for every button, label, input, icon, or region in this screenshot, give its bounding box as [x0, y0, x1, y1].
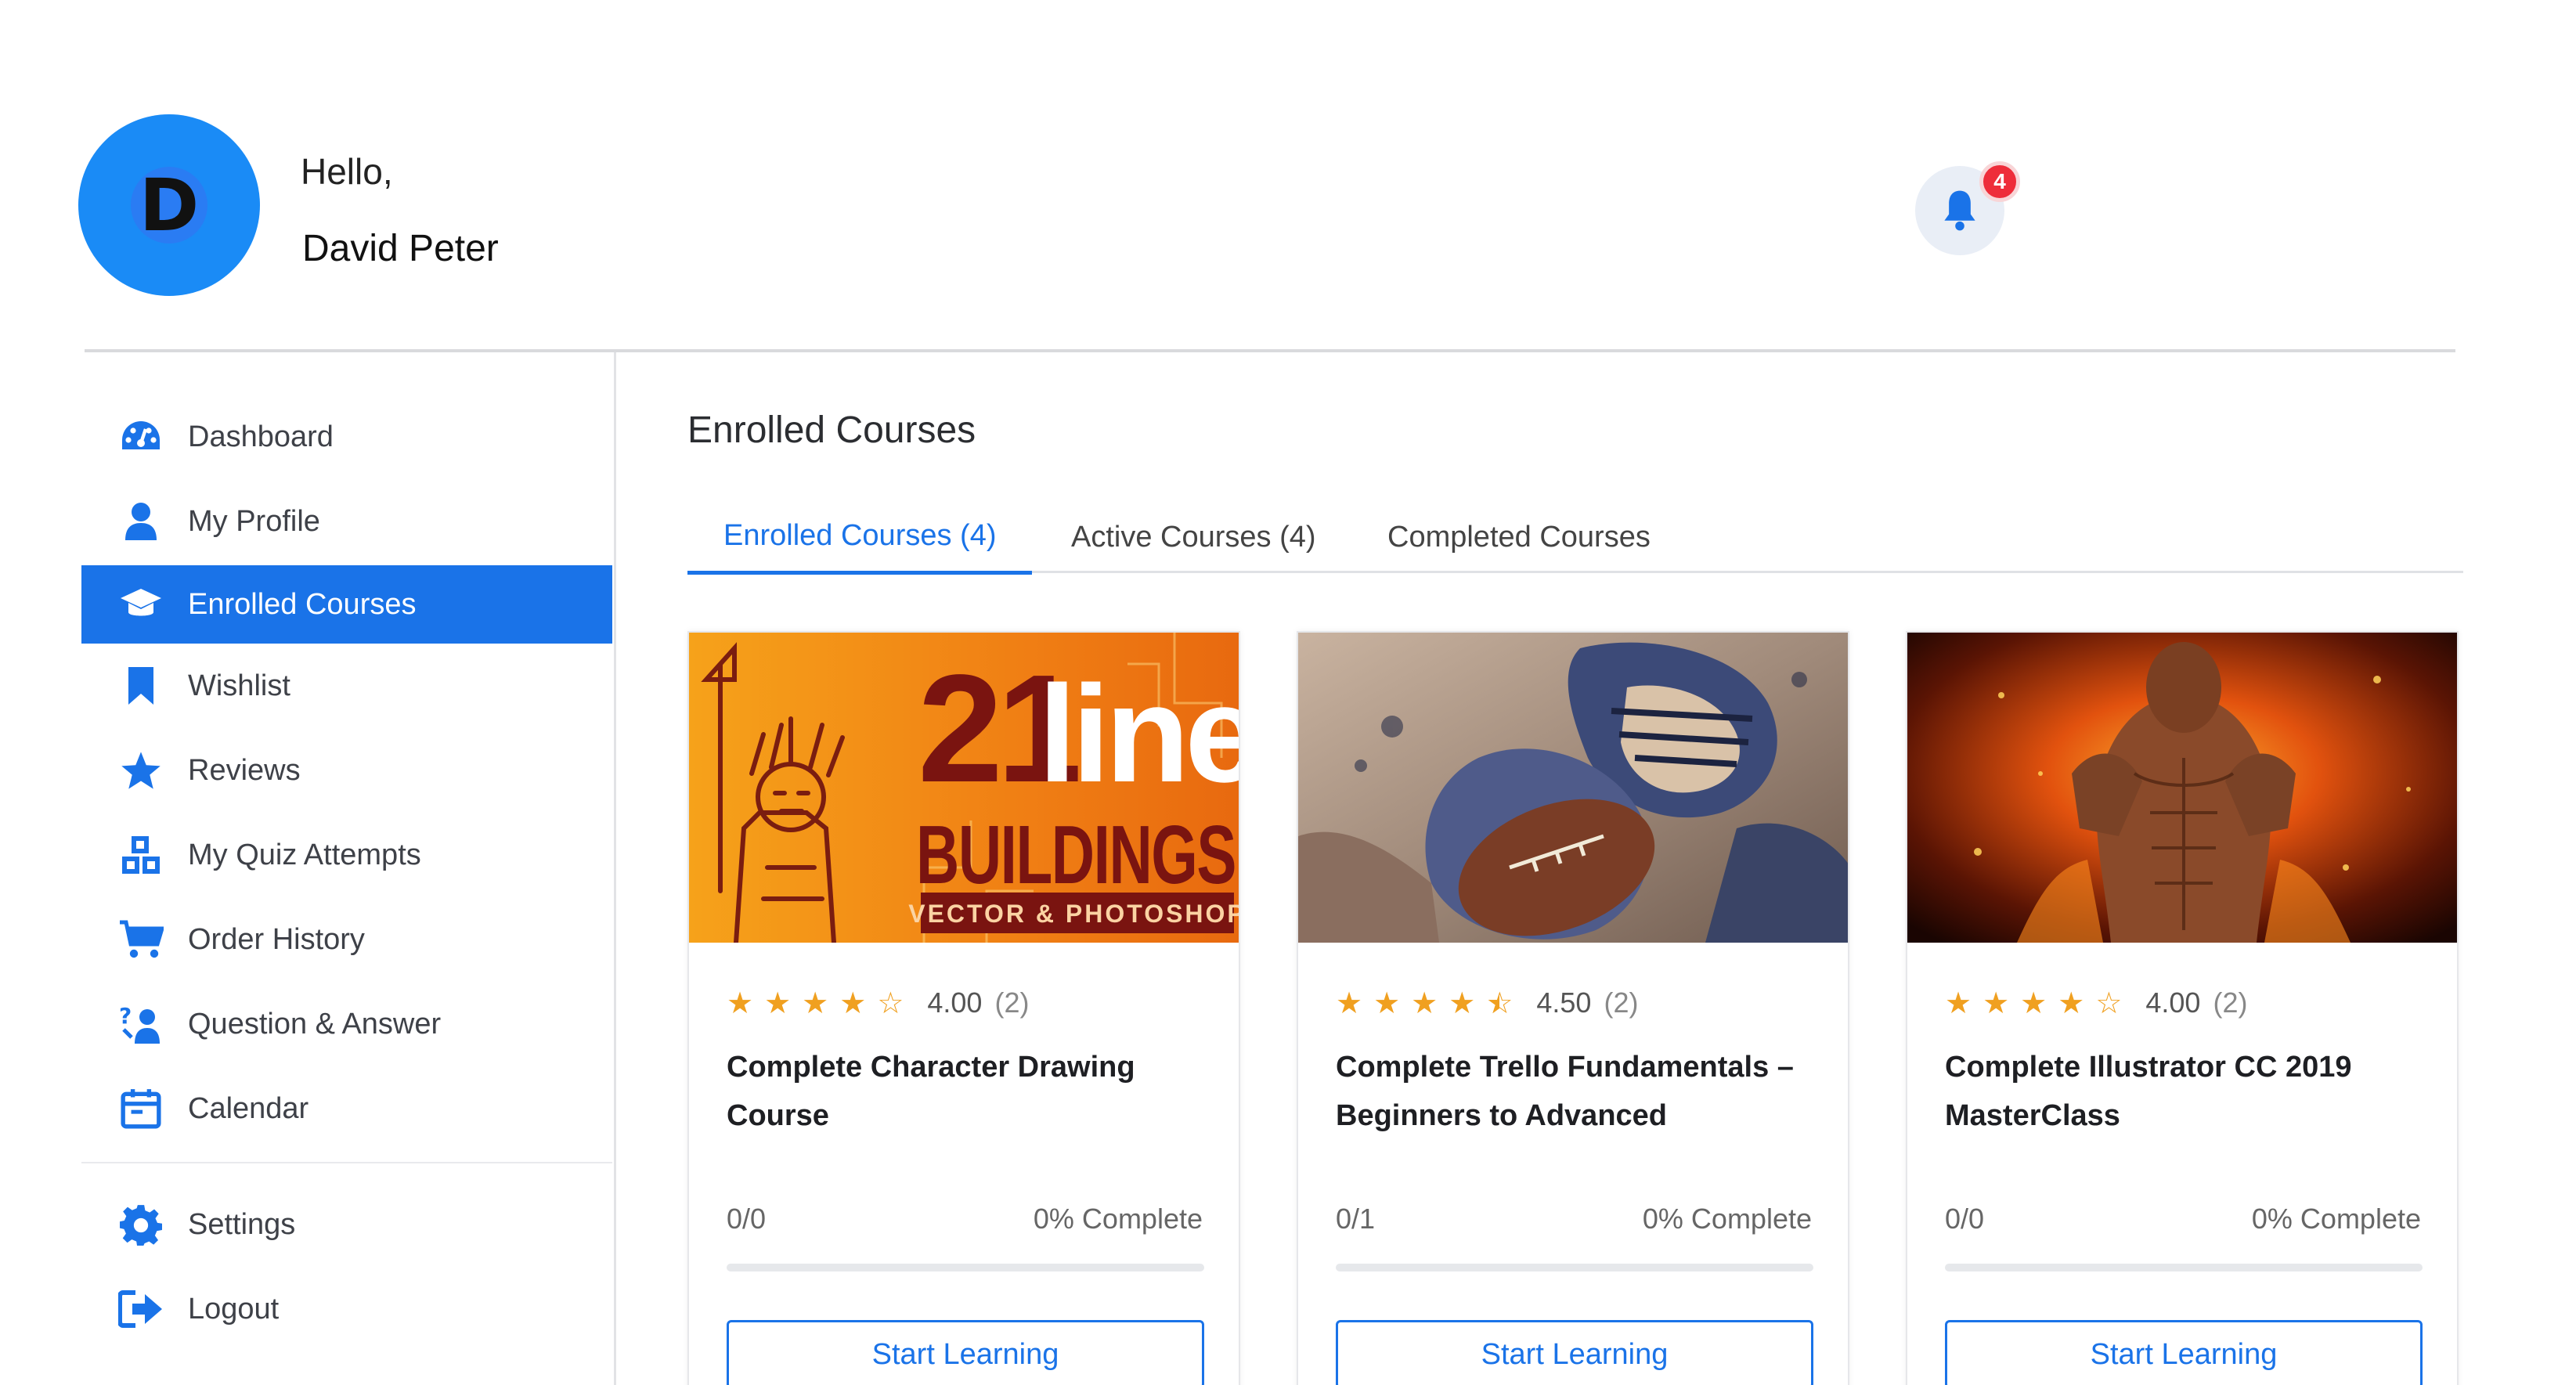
progress-bar: [727, 1264, 1204, 1271]
star-full-icon: ★: [802, 986, 829, 1020]
progress-label: 0% Complete: [2251, 1203, 2421, 1235]
bookmark-icon: [117, 662, 164, 709]
notification-badge: 4: [1979, 161, 2020, 202]
progress-label: 0% Complete: [1642, 1203, 1812, 1235]
sidebar-item-label: Dashboard: [188, 420, 334, 453]
thumb-subtitle: VECTOR & PHOTOSHOP: [908, 900, 1239, 928]
tab-completed-courses[interactable]: Completed Courses: [1387, 501, 1651, 573]
calendar-icon: [117, 1085, 164, 1132]
course-rating: ★ ★ ★ ★ ☆★ 4.50 (2): [1336, 986, 1638, 1019]
star-full-icon: ★: [764, 986, 792, 1020]
star-full-icon: ★: [2058, 986, 2085, 1020]
avatar[interactable]: D: [78, 114, 260, 296]
start-learning-button[interactable]: Start Learning: [727, 1320, 1204, 1385]
sidebar-item-reviews[interactable]: Reviews: [81, 731, 612, 810]
course-thumbnail-image: [1907, 633, 2457, 943]
start-learning-button[interactable]: Start Learning: [1336, 1320, 1813, 1385]
progress-count: 0/0: [1945, 1203, 1985, 1235]
user-icon: [117, 498, 164, 545]
question-answer-icon: ?: [117, 1001, 164, 1048]
logout-icon: [117, 1286, 164, 1333]
course-card: ★ ★ ★ ★ ☆★ 4.50 (2) Complete Trello Fund…: [1297, 631, 1849, 1385]
quiz-blocks-icon: [117, 831, 164, 878]
tab-active-courses[interactable]: Active Courses (4): [1071, 501, 1316, 573]
star-full-icon: ★: [1373, 986, 1401, 1020]
sidebar-item-question-answer[interactable]: ? Question & Answer: [81, 985, 612, 1063]
sidebar-item-label: Question & Answer: [188, 1007, 442, 1041]
sidebar-item-order-history[interactable]: Order History: [81, 900, 612, 979]
course-thumbnail-image: [1298, 633, 1848, 943]
sidebar-item-label: My Profile: [188, 504, 320, 538]
sidebar-item-settings[interactable]: Settings: [81, 1185, 612, 1264]
sidebar-item-logout[interactable]: Logout: [81, 1270, 612, 1348]
course-thumbnail[interactable]: [1907, 633, 2457, 943]
star-empty-icon: ☆: [2095, 986, 2123, 1020]
sidebar-separator: [81, 1162, 612, 1163]
svg-text:?: ?: [119, 1003, 132, 1029]
thumb-word-line: line: [1038, 658, 1239, 811]
progress-label: 0% Complete: [1033, 1203, 1203, 1235]
star-full-icon: ★: [2020, 986, 2047, 1020]
sidebar-item-label: Order History: [188, 922, 365, 956]
course-thumbnail-image: 21 line BUILDINGS VECTOR & PHOTOSHOP: [689, 633, 1239, 943]
gear-icon: [117, 1201, 164, 1248]
course-rating: ★ ★ ★ ★ ☆ 4.00 (2): [1945, 986, 2247, 1019]
progress-count: 0/0: [727, 1203, 767, 1235]
sidebar-item-label: Reviews: [188, 753, 301, 787]
star-full-icon: ★: [727, 986, 754, 1020]
course-tabs: Enrolled Courses (4) Active Courses (4) …: [687, 501, 2463, 575]
rating-value: 4.00: [2145, 986, 2201, 1019]
start-learning-button[interactable]: Start Learning: [1945, 1320, 2423, 1385]
sidebar-divider: [614, 352, 616, 1385]
rating-count: (2): [2213, 986, 2248, 1019]
rating-value: 4.00: [927, 986, 983, 1019]
progress-bar: [1336, 1264, 1813, 1271]
star-full-icon: ★: [1411, 986, 1438, 1020]
star-icon: [117, 747, 164, 794]
star-full-icon: ★: [839, 986, 867, 1020]
sidebar-item-my-profile[interactable]: My Profile: [81, 482, 612, 561]
sidebar-item-label: Enrolled Courses: [188, 587, 417, 621]
sidebar-item-label: Calendar: [188, 1091, 309, 1125]
sidebar-item-calendar[interactable]: Calendar: [81, 1069, 612, 1148]
star-full-icon: ★: [1336, 986, 1363, 1020]
star-full-icon: ★: [1945, 986, 1972, 1020]
sidebar-item-my-quiz-attempts[interactable]: My Quiz Attempts: [81, 816, 612, 894]
greeting: Hello,: [301, 151, 393, 192]
course-card: 21 line BUILDINGS VECTOR & PHOTOSHOP ★ ★…: [687, 631, 1240, 1385]
dashboard-icon: [117, 413, 164, 460]
sidebar-item-label: Wishlist: [188, 669, 290, 702]
sidebar-item-wishlist[interactable]: Wishlist: [81, 647, 612, 725]
course-card: ★ ★ ★ ★ ☆ 4.00 (2) Complete Illustrator …: [1906, 631, 2459, 1385]
course-thumbnail[interactable]: 21 line BUILDINGS VECTOR & PHOTOSHOP: [689, 633, 1239, 943]
thumb-word-buildings: BUILDINGS: [916, 809, 1236, 901]
sidebar-item-enrolled-courses[interactable]: Enrolled Courses: [81, 565, 612, 644]
rating-value: 4.50: [1536, 986, 1592, 1019]
cart-icon: [117, 916, 164, 963]
sidebar-item-label: Logout: [188, 1292, 280, 1325]
sidebar-item-dashboard[interactable]: Dashboard: [81, 398, 612, 476]
avatar-initial: D: [131, 164, 207, 247]
star-full-icon: ★: [1983, 986, 2010, 1020]
bell-icon: [1944, 190, 1975, 231]
course-title[interactable]: Complete Illustrator CC 2019 MasterClass: [1945, 1043, 2430, 1140]
star-full-icon: ★: [1449, 986, 1476, 1020]
rating-count: (2): [1604, 986, 1639, 1019]
page-title: Enrolled Courses: [687, 409, 976, 451]
course-title[interactable]: Complete Trello Fundamentals – Beginners…: [1336, 1043, 1821, 1140]
course-rating: ★ ★ ★ ★ ☆ 4.00 (2): [727, 986, 1029, 1019]
star-half-icon: ☆★: [1486, 986, 1513, 1020]
course-title[interactable]: Complete Character Drawing Course: [727, 1043, 1212, 1140]
progress-count: 0/1: [1336, 1203, 1376, 1235]
graduation-cap-icon: [117, 581, 164, 628]
sidebar-item-label: Settings: [188, 1207, 296, 1241]
star-empty-icon: ☆: [877, 986, 904, 1020]
sidebar-item-label: My Quiz Attempts: [188, 838, 421, 871]
header-divider: [85, 349, 2455, 352]
rating-count: (2): [994, 986, 1030, 1019]
user-name: David Peter: [302, 228, 499, 269]
course-thumbnail[interactable]: [1298, 633, 1848, 943]
progress-bar: [1945, 1264, 2423, 1271]
tab-enrolled-courses[interactable]: Enrolled Courses (4): [687, 501, 1033, 575]
